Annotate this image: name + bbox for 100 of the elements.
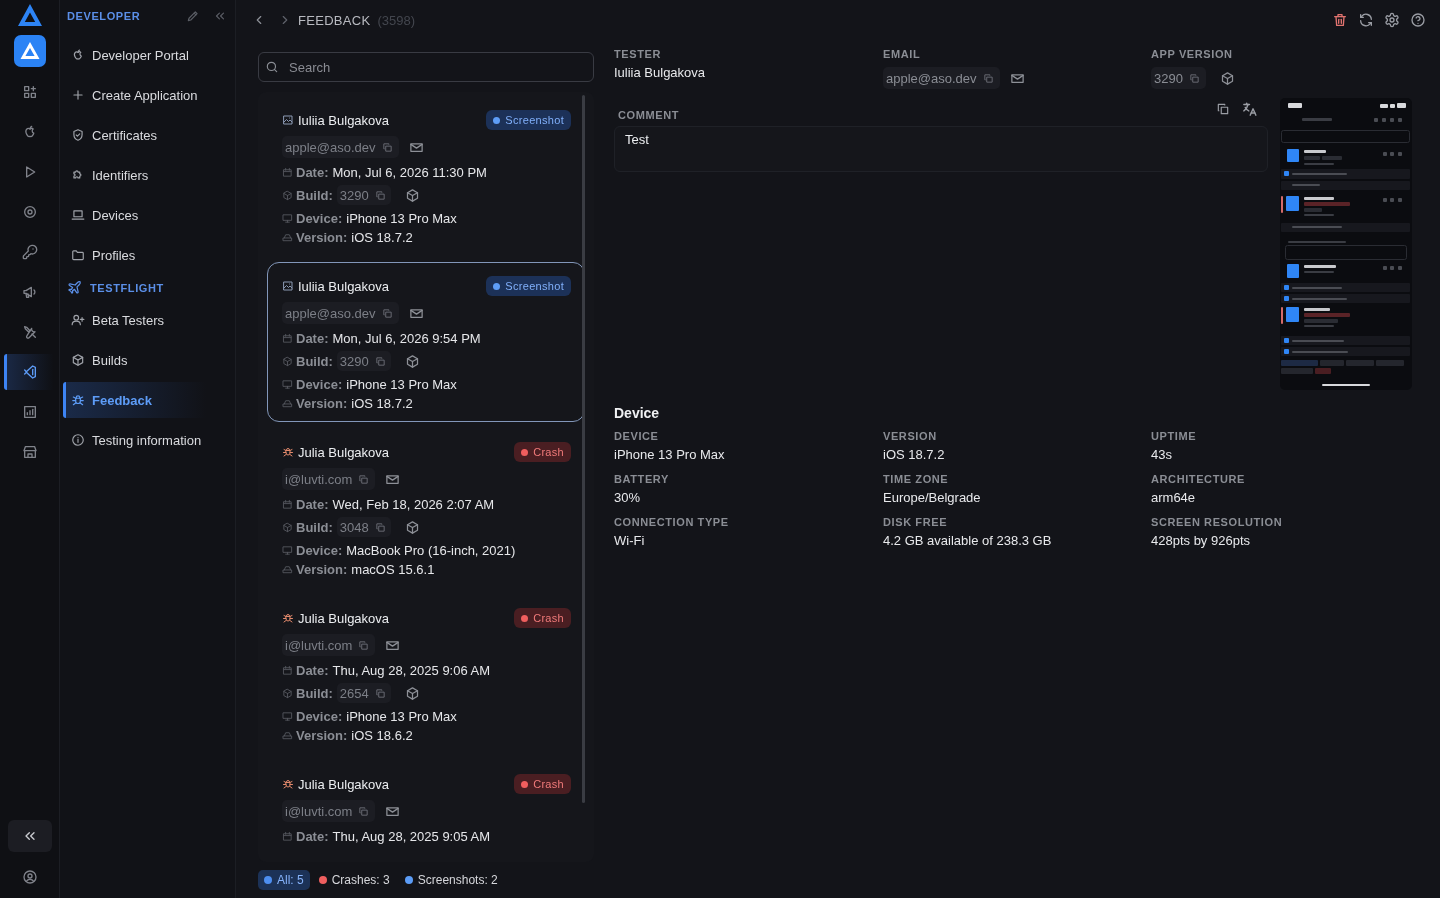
user-plus-icon bbox=[71, 313, 85, 327]
sidebar-item[interactable]: Testing information bbox=[63, 422, 231, 458]
sidebar-item[interactable]: Create Application bbox=[63, 77, 231, 113]
email-copy-button[interactable]: apple@aso.dev bbox=[282, 136, 399, 158]
section-heading: Device bbox=[614, 404, 660, 422]
email-copy-button[interactable]: i@luvti.com bbox=[282, 800, 376, 822]
collapse-button[interactable] bbox=[7, 820, 52, 852]
user-icon[interactable] bbox=[21, 869, 38, 885]
cube-icon bbox=[282, 355, 293, 367]
date-label: Date: bbox=[296, 496, 329, 512]
tag-label: Crash bbox=[533, 446, 564, 458]
copy-icon bbox=[374, 355, 386, 367]
field-value: iPhone 13 Pro Max bbox=[614, 446, 726, 464]
field-label: ARCHITECTURE bbox=[1151, 472, 1246, 486]
sidebar-item[interactable]: Profiles bbox=[63, 237, 231, 273]
email-copy-button[interactable]: i@luvti.com bbox=[282, 634, 376, 656]
build-copy-button[interactable]: 3290 bbox=[336, 351, 391, 371]
bar-chart-icon bbox=[22, 404, 38, 420]
device-value: iPhone 13 Pro Max bbox=[346, 210, 457, 226]
plus-icon bbox=[71, 88, 85, 102]
build-copy-button[interactable]: 3048 bbox=[336, 517, 391, 537]
sidebar-item[interactable]: Builds bbox=[63, 342, 231, 378]
tester-name: Julia Bulgakova bbox=[298, 444, 390, 460]
version-label: Version: bbox=[296, 561, 348, 577]
field-label: DEVICE bbox=[614, 429, 660, 443]
device-label: Device: bbox=[296, 542, 343, 558]
date-label: Date: bbox=[296, 662, 329, 678]
cube-icon[interactable] bbox=[404, 519, 420, 535]
device-label: Device: bbox=[296, 210, 343, 226]
copy-icon bbox=[374, 687, 386, 699]
cube-icon bbox=[282, 687, 293, 699]
field-value: 428pts by 926pts bbox=[1151, 532, 1252, 550]
package-icon bbox=[71, 353, 85, 367]
date-value: Thu, Aug 28, 2025 9:06 AM bbox=[332, 662, 491, 678]
field-label: SCREEN RESOLUTION bbox=[1151, 515, 1284, 529]
field-value: Wi-Fi bbox=[614, 532, 646, 550]
calendar-icon bbox=[282, 166, 293, 178]
device-value: MacBook Pro (16-inch, 2021) bbox=[346, 542, 516, 558]
pencil-icon[interactable] bbox=[186, 9, 200, 23]
code-icon bbox=[22, 364, 38, 380]
device-label: Device: bbox=[296, 708, 343, 724]
key-icon bbox=[22, 244, 38, 260]
app-screenshot[interactable] bbox=[1280, 98, 1412, 390]
field-label: COMMENT bbox=[618, 108, 680, 122]
app-logo-icon[interactable] bbox=[13, 35, 46, 67]
refresh-icon[interactable] bbox=[1358, 12, 1374, 28]
email-copy-button[interactable]: apple@aso.dev bbox=[883, 67, 1000, 89]
search-field[interactable]: Search bbox=[258, 52, 594, 82]
sidebar-item[interactable]: Beta Testers bbox=[63, 302, 231, 338]
feedback-card[interactable]: Julia Bulgakova Crash i@luvti.com Date: Thu, Aug 28, 2025 9:06 AM Build: 2654 Device: iPhone 13 Pro Max Version: iOS 18.6.2 bbox=[267, 594, 585, 754]
field-label: EMAIL bbox=[883, 47, 922, 61]
copy-icon[interactable] bbox=[1216, 102, 1230, 116]
info-icon bbox=[71, 433, 85, 447]
calendar-icon bbox=[282, 830, 293, 842]
copy-icon bbox=[1188, 72, 1200, 84]
device-value: iPhone 13 Pro Max bbox=[346, 376, 457, 392]
sidebar-item[interactable]: Certificates bbox=[63, 117, 231, 153]
cube-icon[interactable] bbox=[1219, 70, 1235, 86]
cube-icon[interactable] bbox=[404, 685, 420, 701]
bug-icon bbox=[282, 778, 294, 790]
trash-icon[interactable] bbox=[1332, 12, 1348, 28]
date-label: Date: bbox=[296, 330, 329, 346]
date-value: Mon, Jul 6, 2026 11:30 PM bbox=[332, 164, 487, 180]
image-icon bbox=[282, 280, 294, 292]
field-label: APP VERSION bbox=[1151, 47, 1234, 61]
feedback-card[interactable]: Iuliia Bulgakova Screenshot apple@aso.dev Date: Mon, Jul 6, 2026 11:30 PM Build: 3290 Device: iPhone 13 Pro Max Version: iOS 18.7.2 bbox=[267, 96, 585, 256]
version-copy-button[interactable]: 3290 bbox=[1151, 67, 1206, 89]
logo-icon[interactable] bbox=[16, 3, 43, 27]
sidebar-item[interactable]: Identifiers bbox=[63, 157, 231, 193]
calendar-icon bbox=[282, 498, 293, 510]
filter-chip[interactable]: All: 5 bbox=[258, 870, 310, 890]
translate-icon[interactable] bbox=[1241, 101, 1258, 118]
filter-chip[interactable]: Screenshots: 2 bbox=[398, 870, 504, 890]
drive-icon bbox=[282, 231, 293, 243]
store-icon bbox=[22, 444, 38, 460]
sidebar-item[interactable]: Developer Portal bbox=[63, 37, 231, 73]
settings-icon[interactable] bbox=[1384, 12, 1400, 28]
monitor-icon bbox=[282, 544, 293, 556]
build-copy-button[interactable]: 2654 bbox=[336, 683, 391, 703]
monitor-icon bbox=[282, 212, 293, 224]
search-icon bbox=[265, 60, 279, 74]
feedback-card[interactable]: Julia Bulgakova Crash i@luvti.com Date: Wed, Feb 18, 2026 2:07 AM Build: 3048 Device: MacBook Pro (16-inch, 2021) Version: macOS 15.6.1 bbox=[267, 428, 585, 588]
feedback-card[interactable]: Julia Bulgakova Crash i@luvti.com Date: Thu, Aug 28, 2025 9:05 AM bbox=[267, 760, 585, 862]
sidebar-item[interactable]: Devices bbox=[63, 197, 231, 233]
cube-icon[interactable] bbox=[404, 187, 420, 203]
help-icon[interactable] bbox=[1410, 12, 1426, 28]
email-copy-button[interactable]: i@luvti.com bbox=[282, 468, 376, 490]
cube-icon[interactable] bbox=[404, 353, 420, 369]
field-label: TIME ZONE bbox=[883, 472, 950, 486]
folder-icon bbox=[71, 248, 85, 262]
filter-chip[interactable]: Crashes: 3 bbox=[312, 870, 396, 890]
date-value: Mon, Jul 6, 2026 9:54 PM bbox=[332, 330, 481, 346]
email-copy-button[interactable]: apple@aso.dev bbox=[282, 302, 399, 324]
field-label: CONNECTION TYPE bbox=[614, 515, 730, 529]
field-value: 30% bbox=[614, 489, 642, 507]
field-label: VERSION bbox=[883, 429, 938, 443]
laptop-icon bbox=[71, 208, 85, 222]
copy-icon bbox=[358, 639, 370, 651]
build-copy-button[interactable]: 3290 bbox=[336, 185, 391, 205]
scrollbar-thumb[interactable] bbox=[582, 95, 585, 803]
